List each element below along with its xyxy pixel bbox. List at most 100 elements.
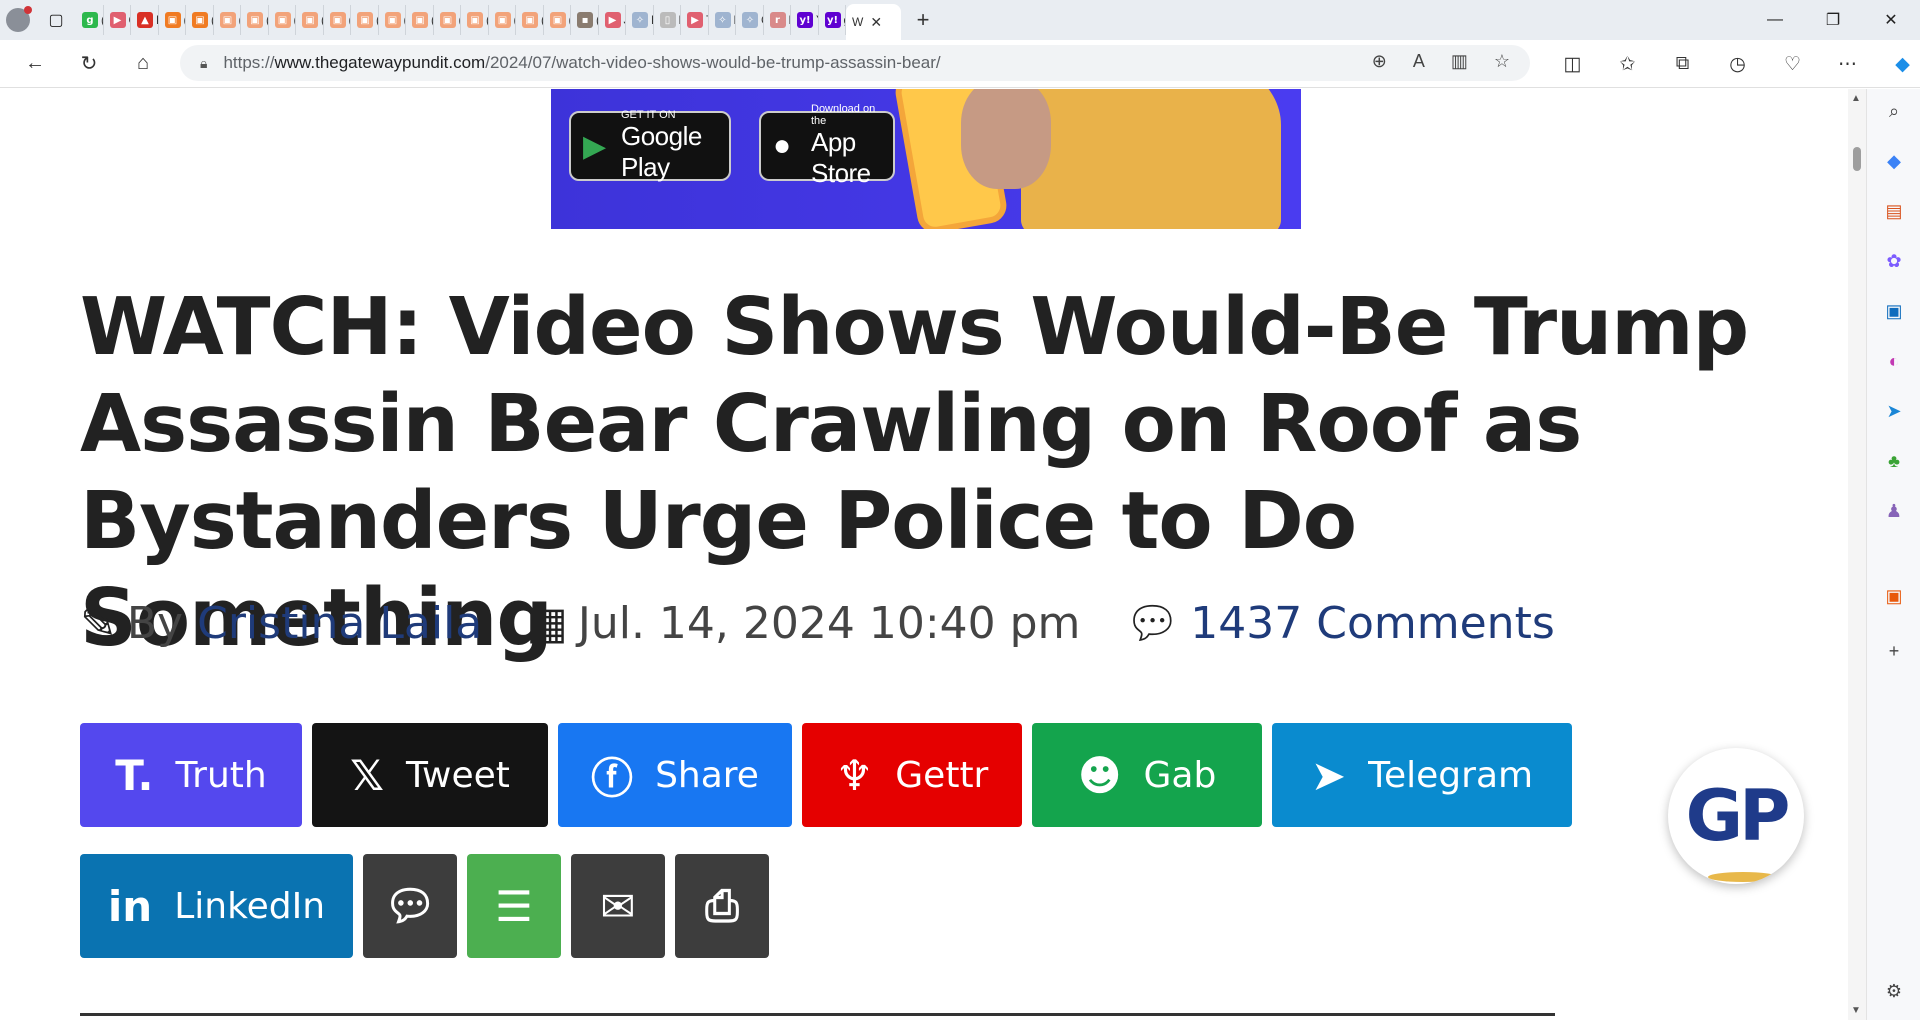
tab-favicon-icon: ✧: [742, 12, 758, 28]
browser-tab[interactable]: ▣(1: [159, 5, 186, 35]
sms-share-button[interactable]: ☰: [467, 854, 561, 958]
gab-share-button[interactable]: ☻ Gab: [1032, 723, 1262, 827]
tweet-button[interactable]: 𝕏 Tweet: [312, 723, 548, 827]
by-label: By: [126, 597, 184, 649]
office-icon[interactable]: ✿: [1882, 249, 1906, 273]
read-aloud-icon[interactable]: A: [1413, 51, 1425, 72]
tab-favicon-icon: ▣: [274, 12, 291, 28]
article-meta: ✎ By Cristina Laila ▦ Jul. 14, 2024 10:4…: [80, 597, 1555, 650]
browser-tab[interactable]: ▣(1: [489, 5, 516, 35]
browser-tab[interactable]: ▶Tr: [681, 5, 709, 35]
home-icon[interactable]: ⌂: [116, 44, 170, 84]
history-icon[interactable]: ◷: [1710, 44, 1765, 84]
nav-bar: ← ↻ ⌂ 🔒︎ https://www.thegatewaypundit.co…: [0, 40, 1920, 88]
browser-tab[interactable]: rN: [764, 5, 791, 35]
browser-tab[interactable]: ▶Ju: [599, 5, 626, 35]
games-icon[interactable]: ♟: [1882, 499, 1906, 523]
edge-sidebar: ⌕ ◆ ▤ ✿ ▣ ◐ ➤ ♣ ♟ ▣ + ⚙: [1866, 89, 1920, 1020]
new-tab-button[interactable]: +: [901, 0, 945, 40]
gateway-pundit-logo-button[interactable]: GP: [1668, 748, 1804, 884]
scroll-up-icon[interactable]: ▲: [1851, 93, 1861, 104]
restore-icon[interactable]: ❐: [1804, 0, 1862, 40]
url-text[interactable]: https://www.thegatewaypundit.com/2024/07…: [223, 53, 940, 73]
truth-share-button[interactable]: T. Truth: [80, 723, 302, 827]
minimize-icon[interactable]: —: [1746, 0, 1804, 40]
tab-favicon-icon: ▣: [219, 12, 236, 28]
print-button[interactable]: ⎙: [675, 854, 769, 958]
favorites-icon[interactable]: ✩: [1600, 44, 1655, 84]
add-sidebar-icon[interactable]: +: [1882, 639, 1906, 663]
browser-tab[interactable]: y!Ya: [791, 5, 819, 35]
refresh-icon[interactable]: ↻: [62, 44, 116, 84]
browser-tab[interactable]: ▣(1: [351, 5, 379, 35]
browser-tab[interactable]: ▣(1: [324, 5, 351, 35]
split-screen-icon[interactable]: ◫: [1545, 44, 1600, 84]
browser-tab[interactable]: ▣(1: [379, 5, 406, 35]
linkedin-share-button[interactable]: in LinkedIn: [80, 854, 353, 958]
zoom-icon[interactable]: ⊕: [1372, 51, 1387, 72]
immersive-reader-icon[interactable]: ▥: [1451, 51, 1468, 72]
browser-tab[interactable]: ▣(1: [516, 5, 544, 35]
browser-tab[interactable]: ▣(1: [434, 5, 461, 35]
tab-favicon-icon: ▪: [577, 12, 593, 28]
page-scrollbar[interactable]: ▲ ▼: [1848, 89, 1866, 1020]
browser-tab[interactable]: ▣(1: [296, 5, 324, 35]
facebook-share-button[interactable]: ⓕ Share: [558, 723, 792, 827]
browser-tab[interactable]: ✧Ba: [709, 5, 736, 35]
tree-icon[interactable]: ♣: [1882, 449, 1906, 473]
email-share-button[interactable]: ✉: [571, 854, 665, 958]
author-link[interactable]: Cristina Laila: [197, 598, 482, 649]
search-icon[interactable]: ⌕: [1882, 99, 1906, 123]
tools-icon[interactable]: ▤: [1882, 199, 1906, 223]
shopping-tag-icon[interactable]: ◆: [1882, 149, 1906, 173]
scroll-down-icon[interactable]: ▼: [1851, 1005, 1861, 1016]
browser-tab[interactable]: ▣(1: [241, 5, 269, 35]
browser-tab[interactable]: ✧Co: [736, 5, 764, 35]
designer-icon[interactable]: ◐: [1882, 349, 1906, 373]
printer-icon: ⎙: [705, 881, 739, 930]
gettr-share-button[interactable]: ♆ Gettr: [802, 723, 1022, 827]
performance-icon[interactable]: ♡: [1765, 44, 1820, 84]
browser-tab[interactable]: ▲Hi: [131, 5, 159, 35]
browser-tab[interactable]: ✧D:: [626, 5, 654, 35]
send-icon[interactable]: ➤: [1882, 399, 1906, 423]
tab-actions-icon[interactable]: ▢: [36, 0, 76, 40]
app-download-banner[interactable]: ▶ GET IT ON Google Play ● Download on th…: [551, 89, 1301, 229]
back-icon[interactable]: ←: [8, 44, 62, 84]
scroll-thumb[interactable]: [1853, 147, 1861, 171]
settings-gear-icon[interactable]: ⚙: [1882, 979, 1906, 1003]
comment-share-button[interactable]: 💬︎: [363, 854, 457, 958]
more-icon[interactable]: ⋯: [1820, 44, 1875, 84]
google-play-small: GET IT ON: [621, 109, 676, 121]
telegram-label: Telegram: [1368, 754, 1534, 796]
browser-tab[interactable]: ▯FD: [654, 5, 681, 35]
close-window-icon[interactable]: ✕: [1862, 0, 1920, 40]
tab-active[interactable]: W ✕: [846, 4, 901, 40]
address-bar[interactable]: 🔒︎ https://www.thegatewaypundit.com/2024…: [180, 45, 1530, 81]
outlook-icon[interactable]: ▣: [1882, 299, 1906, 323]
tab-favicon-icon: y!: [797, 12, 813, 28]
app-store-button[interactable]: ● Download on the App Store: [759, 103, 895, 188]
browser-tab[interactable]: ▣(1: [214, 5, 241, 35]
telegram-share-button[interactable]: ➤ Telegram: [1272, 723, 1572, 827]
browser-tab[interactable]: ▣(1: [461, 5, 489, 35]
profile-button[interactable]: [0, 0, 36, 40]
favorite-star-icon[interactable]: ☆: [1494, 51, 1510, 72]
browser-tab[interactable]: ▣(1: [544, 5, 571, 35]
google-play-button[interactable]: ▶ GET IT ON Google Play: [569, 109, 731, 182]
copilot-icon[interactable]: ◆: [1875, 44, 1920, 84]
close-tab-icon[interactable]: ✕: [870, 14, 882, 31]
browser-tab[interactable]: ▪(1: [571, 5, 599, 35]
collections-icon[interactable]: ⧉: [1655, 44, 1710, 84]
browser-tab[interactable]: ▶Ca: [104, 5, 131, 35]
comments-link[interactable]: 1437 Comments: [1190, 598, 1554, 649]
bookmark-app-icon[interactable]: ▣: [1882, 584, 1906, 608]
lock-icon[interactable]: 🔒︎: [200, 55, 207, 72]
browser-tab[interactable]: y!ga: [819, 5, 846, 35]
browser-tab[interactable]: ▣(1: [406, 5, 434, 35]
window-controls: — ❐ ✕: [1746, 0, 1920, 40]
browser-tab[interactable]: g(4: [76, 5, 104, 35]
tab-favicon-icon: ▣: [302, 12, 318, 28]
browser-tab[interactable]: ▣(1: [186, 5, 214, 35]
browser-tab[interactable]: ▣(1: [269, 5, 296, 35]
